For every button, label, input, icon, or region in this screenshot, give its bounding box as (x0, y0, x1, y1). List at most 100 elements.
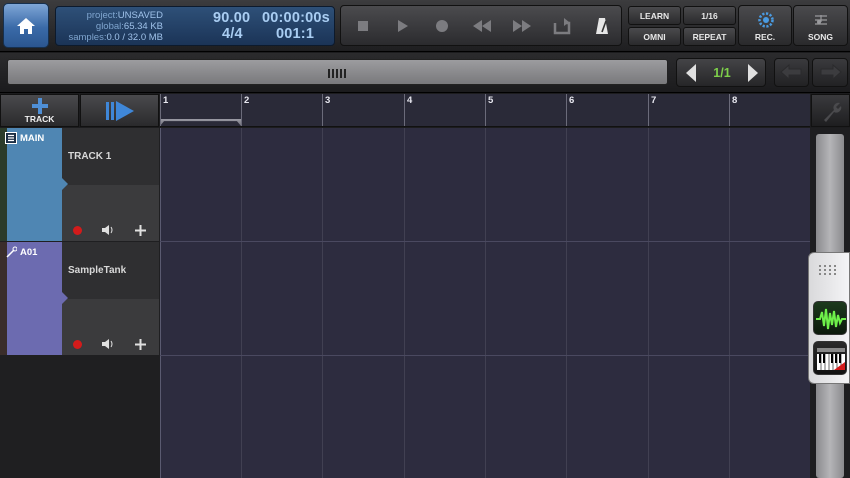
track-panel[interactable]: SampleTank (62, 242, 159, 355)
quantize-button[interactable]: 1/16 (683, 6, 736, 25)
track-name: TRACK 1 (68, 151, 112, 162)
waveform-icon (816, 308, 846, 330)
transport-controls (340, 5, 622, 46)
samples-key: samples: (68, 32, 107, 43)
track-notch (62, 178, 68, 190)
add-track-label: TRACK (24, 114, 55, 124)
global-value: 65.34 KB (123, 21, 163, 32)
song-label: SONG (807, 32, 834, 42)
redo-icon (820, 63, 842, 81)
app-drawer[interactable] (808, 252, 850, 384)
grid-bar-line (241, 128, 242, 478)
rewind-button[interactable] (462, 6, 502, 45)
pattern-grid[interactable] (160, 128, 810, 478)
ruler-bar: 1 (160, 94, 168, 126)
ruler-bar-number: 1 (163, 95, 169, 106)
scroll-grip[interactable] (328, 69, 346, 78)
redo-button[interactable] (812, 58, 848, 87)
metronome-icon (596, 17, 608, 34)
plus-icon (134, 224, 146, 236)
ruler-bar-number: 7 (651, 95, 657, 106)
page-prev-icon[interactable] (684, 63, 698, 83)
settings-wrench-button[interactable] (811, 94, 850, 127)
time-display: 00:00:00s (262, 10, 330, 26)
loop-button[interactable] (542, 6, 582, 45)
repeat-button[interactable]: REPEAT (683, 27, 736, 46)
record-icon (436, 19, 448, 32)
ruler-bar: 2 (241, 94, 249, 126)
track-tag-label: A01 (20, 246, 38, 258)
undo-button[interactable] (774, 58, 809, 87)
ruler-bar: 7 (648, 94, 656, 126)
fast-forward-icon (513, 19, 531, 32)
sampletank-app-button[interactable] (813, 341, 847, 375)
metronome-button[interactable] (582, 6, 622, 45)
ruler-bar-number: 8 (732, 95, 738, 106)
track-color-block[interactable] (7, 242, 62, 355)
stop-button[interactable] (343, 6, 383, 45)
track-add-button[interactable] (132, 223, 148, 237)
fast-forward-button[interactable] (502, 6, 542, 45)
time-signature-display[interactable]: 4/4 (222, 26, 243, 42)
rewind-icon (473, 19, 491, 32)
track-tag-label: MAIN (20, 132, 45, 144)
plus-icon (32, 98, 48, 114)
track-name: SampleTank (68, 265, 127, 276)
learn-button[interactable]: LEARN (628, 6, 681, 25)
grid-bar-line (404, 128, 405, 478)
track-record-arm-button[interactable] (69, 223, 85, 237)
record-button[interactable] (422, 6, 462, 45)
track-panel[interactable]: TRACK 1 (62, 128, 159, 241)
speaker-icon (102, 339, 113, 349)
grid-track-divider (160, 355, 810, 356)
stop-icon (358, 20, 368, 31)
track-row[interactable]: MAIN TRACK 1 (0, 128, 160, 241)
track-color-block[interactable] (7, 128, 62, 241)
play-button[interactable] (383, 6, 423, 45)
rec-settings-button[interactable]: REC. (738, 5, 792, 46)
plus-icon (134, 338, 146, 350)
song-button[interactable]: SONG (793, 5, 848, 46)
ruler-bar-number: 6 (569, 95, 575, 106)
navigation-bar: 1/1 (0, 53, 850, 93)
position-display: 001:1 (276, 26, 315, 42)
track-record-arm-button[interactable] (69, 337, 85, 351)
page-next-icon[interactable] (746, 63, 760, 83)
home-button[interactable] (3, 3, 49, 48)
track-edge-strip (0, 242, 7, 355)
track-row[interactable]: A01 SampleTank (0, 242, 160, 355)
project-key: project: (86, 10, 118, 21)
list-icon (5, 132, 17, 144)
ruler-bar: 3 (322, 94, 330, 126)
omni-button[interactable]: OMNI (628, 27, 681, 46)
song-info-display: project:UNSAVED global:65.34 KB samples:… (55, 6, 335, 46)
rec-label: REC. (754, 32, 776, 42)
song-scrollbar[interactable] (7, 59, 668, 85)
track-tag: A01 (5, 246, 37, 258)
project-value: UNSAVED (117, 10, 163, 21)
ruler-bar-number: 3 (325, 95, 331, 106)
grid-track-divider (160, 241, 810, 242)
record-arm-icon (72, 339, 82, 349)
track-edge-strip (0, 128, 7, 241)
loop-region-marker[interactable] (160, 119, 241, 126)
play-icon (398, 19, 408, 32)
waveform-app-button[interactable] (813, 301, 847, 335)
playhead (160, 128, 161, 478)
add-track-button[interactable]: TRACK (0, 94, 79, 127)
ruler-bar-number: 5 (488, 95, 494, 106)
track-speaker-button[interactable] (100, 223, 116, 237)
track-list: MAIN TRACK 1 A01 SampleTank (0, 128, 160, 478)
track-speaker-button[interactable] (100, 337, 116, 351)
wrench-icon (823, 102, 841, 122)
track-add-button[interactable] (132, 337, 148, 351)
ruler-bar-number: 4 (407, 95, 413, 106)
timeline-ruler[interactable]: 1 2 3 4 5 6 7 8 (160, 94, 810, 127)
song-icon (815, 15, 827, 25)
track-view-toggle-button[interactable] (80, 94, 159, 127)
tempo-display[interactable]: 90.00 (213, 10, 250, 26)
grid-bar-line (485, 128, 486, 478)
grid-bar-line (566, 128, 567, 478)
keyboard-icon (817, 348, 845, 370)
drawer-handle-icon[interactable] (819, 265, 837, 275)
